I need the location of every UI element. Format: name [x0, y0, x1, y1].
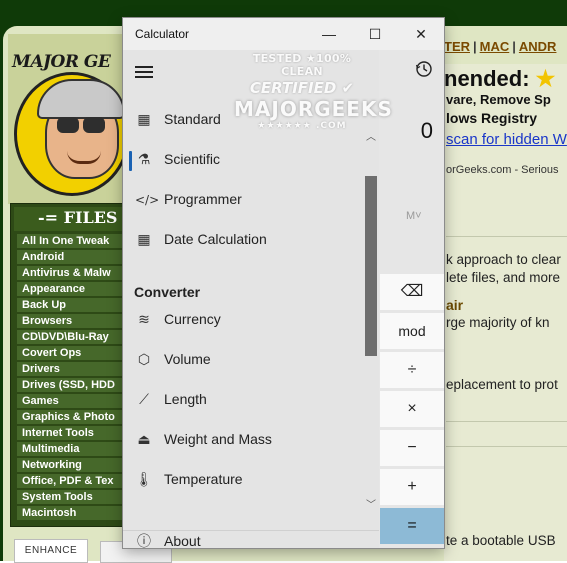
weight-icon: ⏏ — [137, 432, 151, 448]
flask-icon: ⚗ — [137, 152, 151, 168]
result-display: 0 — [420, 118, 433, 143]
backspace-key[interactable]: ⌫ — [380, 274, 444, 310]
calendar-icon: ▦ — [137, 232, 151, 248]
category-link[interactable]: Office, PDF & Tex — [17, 474, 127, 488]
certified-watermark-logo: TESTED ★100% CLEAN CERTIFIED ✔ MAJORGEEK… — [234, 52, 393, 131]
title-bar[interactable]: Calculator — ☐ ✕ — [123, 18, 444, 50]
category-link[interactable]: Games — [17, 394, 127, 408]
divider — [446, 446, 567, 447]
thermometer-icon: 🌡︎ — [135, 472, 153, 488]
category-link[interactable]: All In One Tweak — [17, 234, 127, 248]
add-key[interactable]: + — [380, 469, 444, 505]
hamburger-menu-icon[interactable] — [135, 66, 153, 80]
divider — [446, 421, 567, 422]
recommended-heading: nended: ★ — [444, 66, 556, 91]
nav-item-length[interactable]: ⟋ Length — [123, 380, 379, 420]
recommended-line-2[interactable]: lows Registry — [446, 110, 537, 126]
nav-link[interactable]: TER — [444, 39, 470, 54]
site-nav-links: TER | MAC | ANDR — [444, 39, 557, 54]
nav-item-weight-and-mass[interactable]: ⏏ Weight and Mass — [123, 420, 379, 460]
divider — [446, 236, 567, 237]
mascot-logo-icon[interactable] — [14, 72, 130, 196]
nav-link[interactable]: ANDR — [519, 39, 557, 54]
converter-heading: Converter — [134, 284, 201, 300]
site-topbar — [0, 0, 567, 20]
divide-key[interactable]: ÷ — [380, 352, 444, 388]
category-link[interactable]: Browsers — [17, 314, 127, 328]
category-link[interactable]: Back Up — [17, 298, 127, 312]
nav-item-currency[interactable]: ≋ Currency — [123, 300, 379, 340]
category-link[interactable]: Drivers — [17, 362, 127, 376]
site-logo-text[interactable]: MAJOR GE — [12, 52, 111, 72]
category-link[interactable]: CD\DVD\Blu-Ray — [17, 330, 127, 344]
enhance-button[interactable]: ENHANCE — [14, 539, 88, 563]
category-link[interactable]: Appearance — [17, 282, 127, 296]
article-paragraph: rge majority of kn — [446, 315, 550, 330]
category-link[interactable]: Macintosh — [17, 506, 127, 520]
recommended-source: orGeeks.com - Serious — [446, 164, 559, 176]
nav-link[interactable]: MAC — [480, 39, 510, 54]
multiply-key[interactable]: × — [380, 391, 444, 427]
nav-item-scientific[interactable]: ⚗ Scientific — [123, 140, 379, 180]
recommended-link[interactable]: scan for hidden W — [446, 131, 567, 148]
category-link[interactable]: Covert Ops — [17, 346, 127, 360]
category-link[interactable]: Antivirus & Malw — [17, 266, 127, 280]
nav-item-about[interactable]: ⓘ About — [123, 522, 379, 562]
memory-dropdown-button[interactable]: M˅ — [406, 210, 422, 222]
minimize-button[interactable]: — — [306, 18, 352, 50]
maximize-button[interactable]: ☐ — [352, 18, 398, 50]
article-title[interactable]: air — [446, 297, 463, 313]
scrollbar-thumb[interactable] — [365, 176, 377, 356]
mod-key[interactable]: mod — [380, 313, 444, 349]
scroll-down-arrow-icon[interactable]: ﹀ — [365, 496, 377, 511]
currency-icon: ≋ — [138, 312, 150, 328]
code-icon: </> — [135, 193, 160, 207]
equals-key[interactable]: = — [380, 508, 444, 544]
star-icon: ★ — [535, 66, 556, 91]
window-title: Calculator — [135, 27, 190, 41]
recommended-line-1[interactable]: vare, Remove Sp — [446, 92, 551, 107]
cube-icon: ⬡ — [137, 352, 151, 368]
nav-item-date-calculation[interactable]: ▦ Date Calculation — [123, 220, 379, 260]
category-link[interactable]: Graphics & Photo — [17, 410, 127, 424]
category-link[interactable]: Multimedia — [17, 442, 127, 456]
standard-calculator-icon: ▦ — [137, 112, 151, 128]
history-icon[interactable] — [414, 60, 434, 80]
nav-item-temperature[interactable]: 🌡︎ Temperature — [123, 460, 379, 500]
article-paragraph: te a bootable USB — [446, 533, 556, 548]
article-paragraph: eplacement to prot — [446, 377, 558, 392]
category-link[interactable]: Internet Tools — [17, 426, 127, 440]
category-link[interactable]: Networking — [17, 458, 127, 472]
nav-item-programmer[interactable]: </> Programmer — [123, 180, 379, 220]
category-link[interactable]: Android — [17, 250, 127, 264]
info-icon: ⓘ — [137, 534, 151, 550]
category-link[interactable]: System Tools — [17, 490, 127, 504]
close-button[interactable]: ✕ — [398, 18, 444, 50]
subtract-key[interactable]: − — [380, 430, 444, 466]
category-list: All In One Tweak Android Antivirus & Mal… — [17, 234, 127, 522]
files-heading: -= FILES — [14, 207, 126, 231]
ruler-icon: ⟋ — [139, 392, 149, 408]
category-link[interactable]: Drives (SSD, HDD — [17, 378, 127, 392]
article-paragraph: k approach to clear lete files, and more — [446, 252, 561, 285]
nav-item-volume[interactable]: ⬡ Volume — [123, 340, 379, 380]
